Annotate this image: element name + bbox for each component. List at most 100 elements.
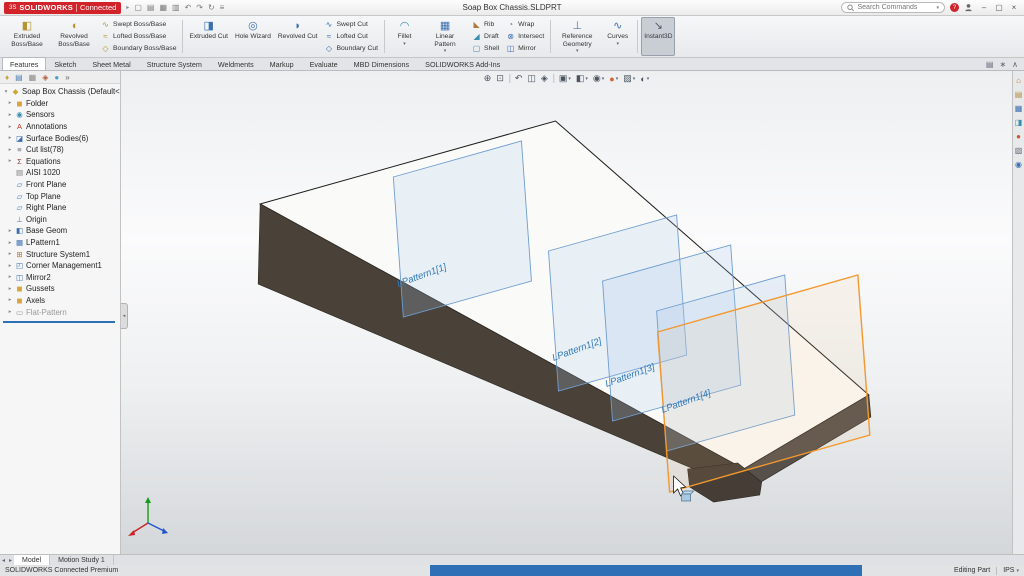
pin-ribbon-icon[interactable]: ∗ (999, 60, 1006, 69)
tree-item-lpattern1[interactable]: ▸ ▦ LPattern1 (0, 237, 120, 249)
minimize-button[interactable]: – (978, 3, 990, 12)
ribbon-revolved-boss-base-button[interactable]: ◖ Revolved Boss/Base (51, 17, 97, 56)
zoom-to-fit-button[interactable]: ⊕ (484, 73, 492, 84)
search-scope-caret-icon[interactable]: ▾ (936, 5, 939, 11)
tree-item-right-plane[interactable]: ▱ Right Plane (0, 202, 120, 214)
tree-item-flat-pattern[interactable]: ▸ ▭ Flat-Pattern (0, 306, 120, 318)
tree-item-mirror2[interactable]: ▸ ◫ Mirror2 (0, 272, 120, 284)
expand-arrow-icon[interactable]: ▸ (7, 135, 13, 141)
forum-icon[interactable]: ◉ (1015, 160, 1022, 169)
menu-expand-icon[interactable]: ▸ (126, 4, 129, 11)
tree-item-corner-management1[interactable]: ▸ ◰ Corner Management1 (0, 260, 120, 272)
expand-arrow-icon[interactable]: ▸ (7, 297, 13, 303)
tab-scroll-right-icon[interactable]: ▸ (7, 555, 14, 565)
ribbon-hole-wizard-button[interactable]: ◎ Hole Wizard (232, 17, 274, 56)
ribbon-lofted-boss-base-button[interactable]: ≈ Lofted Boss/Base (98, 31, 179, 42)
file-explorer-icon[interactable]: ▦ (1015, 104, 1023, 113)
tab-solidworks-add-ins[interactable]: SOLIDWORKS Add-Ins (417, 57, 508, 70)
expand-arrow-icon[interactable]: ▸ (7, 240, 13, 246)
tree-item-annotations[interactable]: ▸ A Annotations (0, 121, 120, 133)
expand-arrow-icon[interactable]: ▸ (7, 158, 13, 164)
expand-arrow-icon[interactable]: ▸ (7, 274, 13, 280)
expand-arrow-icon[interactable]: ▸ (7, 251, 13, 257)
viewport-3d-scene[interactable]: LPattern1[1] LPattern1[2] LPattern1[3] L… (121, 71, 1012, 554)
expand-arrow-icon[interactable]: ▸ (7, 263, 13, 269)
undo-icon[interactable]: ↶ (185, 3, 192, 12)
tab-structure-system[interactable]: Structure System (139, 57, 210, 70)
expand-arrow-icon[interactable]: ▸ (7, 100, 13, 106)
section-view-button[interactable]: ◫ (527, 73, 536, 84)
ribbon-swept-boss-base-button[interactable]: ∿ Swept Boss/Base (98, 19, 179, 30)
tab-evaluate[interactable]: Evaluate (302, 57, 346, 70)
collapse-ribbon-icon[interactable]: ∧ (1012, 60, 1018, 69)
dynamic-annotation-views-button[interactable]: ◈ (541, 73, 548, 84)
expand-arrow-icon[interactable]: ▾ (3, 89, 9, 95)
ribbon-mirror-button[interactable]: ◫ Mirror (503, 43, 547, 54)
featuremanager-tab[interactable]: ♦ (5, 73, 9, 82)
help-badge-icon[interactable]: ? (950, 3, 959, 12)
options-icon[interactable]: ≡ (220, 3, 225, 12)
tree-item-folder[interactable]: ▸ ◼ Folder (0, 98, 120, 110)
ribbon-boundary-boss-base-button[interactable]: ◇ Boundary Boss/Base (98, 43, 179, 54)
search-input[interactable] (857, 4, 934, 11)
ribbon-rib-button[interactable]: ◣ Rib (469, 19, 502, 30)
hide-show-items-button[interactable]: ◉ ▾ (593, 73, 604, 84)
expand-arrow-icon[interactable]: ▸ (7, 124, 13, 130)
redo-icon[interactable]: ↷ (196, 3, 203, 12)
expand-arrow-icon[interactable]: ▸ (7, 147, 13, 153)
ribbon-lofted-cut-button[interactable]: ≈ Lofted Cut (321, 31, 381, 42)
solidworks-logo[interactable]: 3S SOLIDWORKS Connected (4, 1, 122, 14)
tab-scroll-left-icon[interactable]: ◂ (0, 555, 7, 565)
ribbon-instant3d-button[interactable]: ↘ Instant3D (641, 17, 676, 56)
open-file-icon[interactable]: ▤ (147, 3, 155, 12)
tab-sketch[interactable]: Sketch (46, 57, 84, 70)
maximize-button[interactable]: ▢ (993, 3, 1005, 12)
tree-item-gussets[interactable]: ▸ ◼ Gussets (0, 283, 120, 295)
previous-view-button[interactable]: ↶ (515, 73, 523, 84)
rollback-bar[interactable] (3, 320, 115, 323)
model-tab-model[interactable]: Model (14, 555, 51, 565)
configurationmanager-tab[interactable]: ▦ (29, 73, 37, 82)
ribbon-options-icon[interactable]: ▤ (986, 60, 994, 69)
ribbon-reference-geometry-button[interactable]: ⊥ Reference Geometry ▾ (554, 17, 600, 56)
tree-item-base-geom[interactable]: ▸ ◧ Base Geom (0, 225, 120, 237)
tree-item-surface-bodies-6[interactable]: ▸ ◪ Surface Bodies(6) (0, 132, 120, 144)
ribbon-linear-pattern-button[interactable]: ▦ Linear Pattern ▾ (422, 17, 468, 56)
appearances-scenes-icon[interactable]: ● (1016, 132, 1021, 141)
ribbon-revolved-cut-button[interactable]: ◗ Revolved Cut (275, 17, 321, 56)
tree-item-front-plane[interactable]: ▱ Front Plane (0, 179, 120, 191)
expand-arrow-icon[interactable]: ▸ (7, 309, 13, 315)
expand-arrow-icon[interactable]: ▸ (7, 112, 13, 118)
print-icon[interactable]: ▥ (172, 3, 180, 12)
tree-item-structure-system1[interactable]: ▸ ⊞ Structure System1 (0, 248, 120, 260)
tree-item-axels[interactable]: ▸ ◼ Axels (0, 295, 120, 307)
search-box[interactable]: ▾ (841, 2, 945, 13)
tree-item-aisi-1020[interactable]: ▤ AISI 1020 (0, 167, 120, 179)
ribbon-fillet-button[interactable]: ◠ Fillet ▾ (388, 17, 421, 56)
tree-item-cut-list-78[interactable]: ▸ ≡ Cut list(78) (0, 144, 120, 156)
rebuild-icon[interactable]: ↻ (208, 3, 215, 12)
close-button[interactable]: × (1008, 3, 1020, 12)
ribbon-curves-button[interactable]: ∿ Curves ▾ (601, 17, 634, 56)
panel-splitter-handle[interactable]: ◂ (121, 303, 128, 329)
tree-item-sensors[interactable]: ▸ ◉ Sensors (0, 109, 120, 121)
user-profile-icon[interactable] (964, 3, 973, 12)
view-orientation-button[interactable]: ▣ ▾ (559, 73, 571, 84)
tab-markup[interactable]: Markup (262, 57, 302, 70)
tree-item-top-plane[interactable]: ▱ Top Plane (0, 190, 120, 202)
custom-properties-icon[interactable]: ▧ (1015, 146, 1023, 155)
tree-root-item[interactable]: ▾◆Soap Box Chassis (Default< As Machin (0, 86, 120, 98)
design-library-icon[interactable]: ▤ (1015, 90, 1023, 99)
ribbon-intersect-button[interactable]: ⊗ Intersect (503, 31, 547, 42)
propertymanager-tab[interactable]: ▤ (15, 73, 23, 82)
ribbon-extruded-boss-base-button[interactable]: ◧ Extruded Boss/Base (4, 17, 50, 56)
save-icon[interactable]: ▦ (159, 3, 167, 12)
dimxpertmanager-tab[interactable]: ◈ (42, 73, 48, 82)
tab-features[interactable]: Features (2, 57, 47, 70)
graphics-viewport[interactable]: ⊕ ⊡ ↶ ◫ ◈ ▣ ▾ ◧ ▾ ◉ ▾ ● ▾ ▨ ▾ ◐ ▾ LPattern1[1] LPattern1… (121, 71, 1012, 554)
expand-arrow-icon[interactable]: ▸ (7, 286, 13, 292)
ribbon-wrap-button[interactable]: ◔ Wrap (503, 19, 547, 30)
tree-item-equations[interactable]: ▸ Σ Equations (0, 156, 120, 168)
tab-weldments[interactable]: Weldments (210, 57, 262, 70)
apply-scene-button[interactable]: ▨ ▾ (623, 73, 635, 84)
